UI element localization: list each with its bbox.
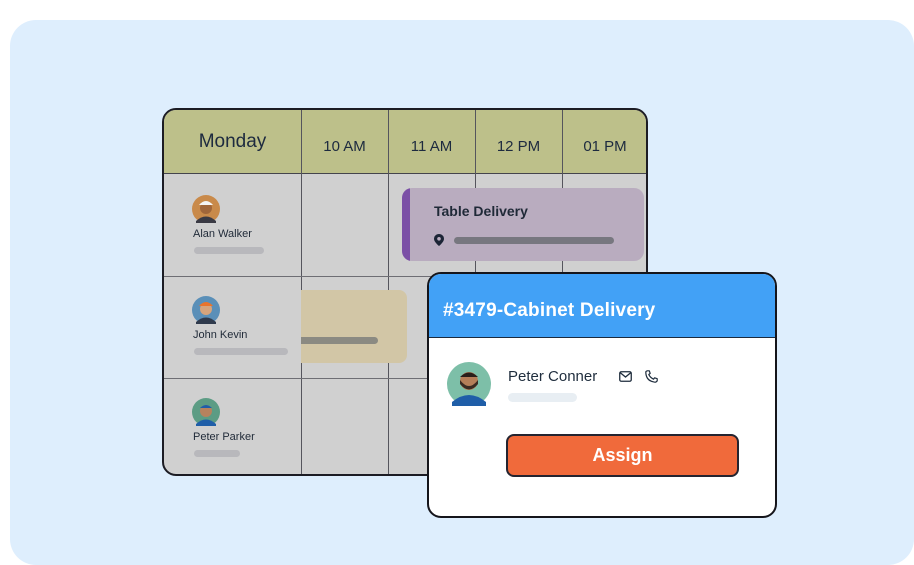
person-name: Alan Walker xyxy=(193,228,252,240)
assignee-name: Peter Conner xyxy=(508,368,598,385)
avatar xyxy=(192,398,220,426)
placeholder-bar xyxy=(454,237,614,244)
location-pin-icon xyxy=(434,234,444,246)
placeholder-bar xyxy=(194,450,240,457)
job-card: #3479-Cabinet Delivery Peter Conner Assi… xyxy=(427,272,777,518)
placeholder-bar xyxy=(301,337,378,344)
event-table-delivery[interactable]: Table Delivery xyxy=(402,188,644,261)
person-name: John Kevin xyxy=(193,329,248,341)
avatar xyxy=(447,362,491,406)
placeholder-bar xyxy=(194,247,264,254)
time-slot-11am: 11 AM xyxy=(410,138,453,155)
time-slot-01pm: 01 PM xyxy=(583,138,627,155)
phone-icon[interactable] xyxy=(645,370,658,383)
avatar xyxy=(192,296,220,324)
day-label: Monday xyxy=(198,130,267,152)
assign-button[interactable]: Assign xyxy=(506,434,739,477)
time-slot-12pm: 12 PM xyxy=(496,138,541,155)
person-name: Peter Parker xyxy=(193,431,255,443)
event-accent xyxy=(402,188,410,261)
job-card-header: #3479-Cabinet Delivery xyxy=(429,274,775,338)
avatar xyxy=(192,195,220,223)
placeholder-bar xyxy=(508,393,577,402)
mail-icon[interactable] xyxy=(619,371,632,382)
schedule-header: Monday 10 AM 11 AM 12 PM 01 PM xyxy=(164,110,646,174)
job-title: #3479-Cabinet Delivery xyxy=(443,300,656,321)
event-block[interactable] xyxy=(301,290,407,363)
placeholder-bar xyxy=(194,348,288,355)
time-slot-10am: 10 AM xyxy=(323,138,366,155)
event-title: Table Delivery xyxy=(434,203,528,219)
